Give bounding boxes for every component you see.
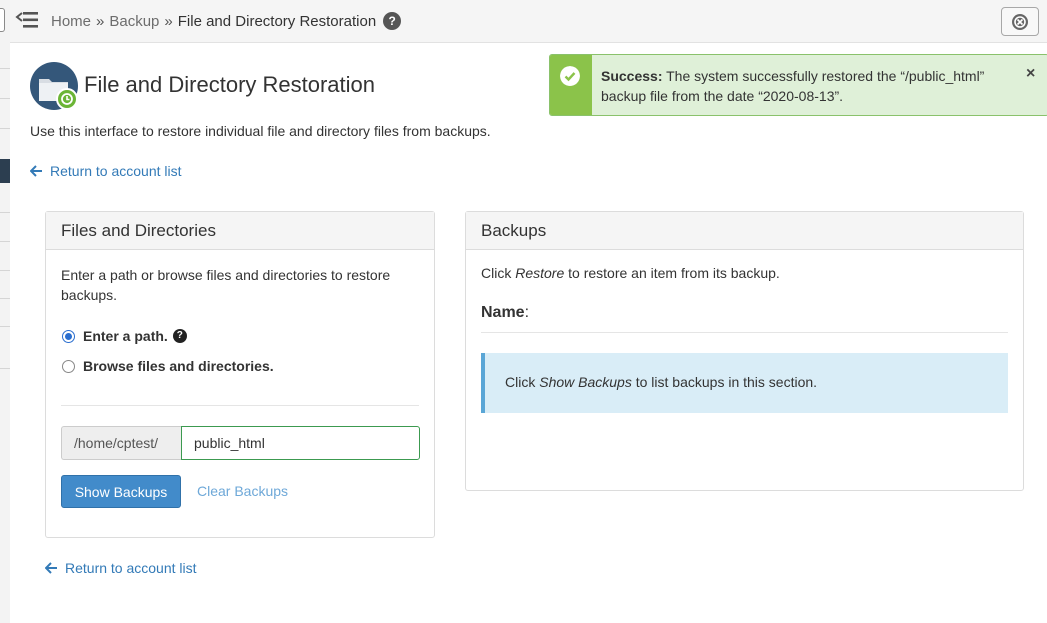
breadcrumb: Home » Backup » File and Directory Resto… [51,12,402,30]
radio-browse-label[interactable]: Browse files and directories. [83,358,274,374]
clear-backups-button[interactable]: Clear Backups [197,483,288,499]
return-to-account-list-link[interactable]: Return to account list [30,163,182,179]
return-link-label: Return to account list [65,560,197,576]
breadcrumb-separator: » [164,12,173,30]
folder-restore-icon [30,62,80,112]
page-title: File and Directory Restoration [84,72,376,97]
breadcrumb-current: File and Directory Restoration [177,12,377,30]
files-description: Enter a path or browse files and directo… [61,267,391,303]
path-prefix: /home/cptest/ [61,426,181,460]
divider [61,405,419,406]
arrow-left-icon [45,562,57,574]
nav-divider [0,270,10,271]
name-label-text: Name [481,304,525,321]
success-alert: Success: The system successfully restore… [549,54,1047,116]
nav-divider [0,368,10,369]
menu-collapse-icon[interactable] [15,9,39,31]
panel-title: Backups [466,212,1023,250]
info-pre: Click [505,374,540,390]
radio-enter-path-row[interactable]: Enter a path. ? [62,328,187,344]
check-circle-icon [560,66,580,86]
info-text: Click Show Backups to list backups in th… [505,374,817,390]
radio-enter-path[interactable] [62,329,75,343]
radio-browse[interactable] [62,359,75,373]
return-link-label: Return to account list [50,163,182,179]
nav-divider [0,241,10,242]
show-backups-button[interactable]: Show Backups [61,475,181,508]
instruction-pre: Click [481,265,516,281]
left-nav-strip [0,0,10,623]
backups-instruction: Click Restore to restore an item from it… [481,265,780,281]
alert-strong: Success: [601,68,663,84]
nav-divider [0,326,10,327]
alert-line-2: backup file from the date “2020-08-13”. [601,88,844,104]
name-label-colon: : [524,304,530,321]
instruction-post: to restore an item from its backup. [564,265,780,281]
breadcrumb-home[interactable]: Home [51,13,91,30]
alert-line-1: The system successfully restored the “/p… [662,68,985,84]
name-label: Name: [481,304,529,322]
close-session-button[interactable] [1001,7,1039,36]
top-bar: Home » Backup » File and Directory Resto… [10,0,1047,43]
nav-divider [0,212,10,213]
path-input[interactable] [181,426,420,460]
nav-divider [0,68,10,69]
breadcrumb-backup[interactable]: Backup [109,13,159,30]
nav-toggle-edge[interactable] [0,8,5,32]
info-post: to list backups in this section. [631,374,818,390]
panel-title: Files and Directories [46,212,434,250]
alert-message: Success: The system successfully restore… [601,66,1011,106]
radio-enter-path-label[interactable]: Enter a path. [83,328,168,344]
divider [481,332,1008,333]
close-circle-icon [1012,13,1028,30]
info-callout: Click Show Backups to list backups in th… [481,353,1008,413]
backups-panel: Backups Click Restore to restore an item… [465,211,1024,491]
nav-active-item[interactable] [0,159,10,183]
nav-divider [0,298,10,299]
alert-close-button[interactable]: × [1026,65,1035,83]
page-description: Use this interface to restore individual… [30,123,491,139]
nav-divider [0,128,10,129]
arrow-left-icon [30,165,42,177]
files-directories-panel: Files and Directories Enter a path or br… [45,211,435,538]
info-emphasis: Show Backups [539,374,632,390]
path-input-group: /home/cptest/ [61,426,420,461]
question-circle-icon[interactable]: ? [383,12,402,30]
alert-icon-band [550,55,592,115]
instruction-emphasis: Restore [515,265,565,281]
nav-divider [0,98,10,99]
return-to-account-list-link-bottom[interactable]: Return to account list [45,560,197,576]
radio-browse-row[interactable]: Browse files and directories. [62,358,274,374]
question-circle-icon[interactable]: ? [172,329,187,343]
breadcrumb-separator: » [96,12,105,30]
